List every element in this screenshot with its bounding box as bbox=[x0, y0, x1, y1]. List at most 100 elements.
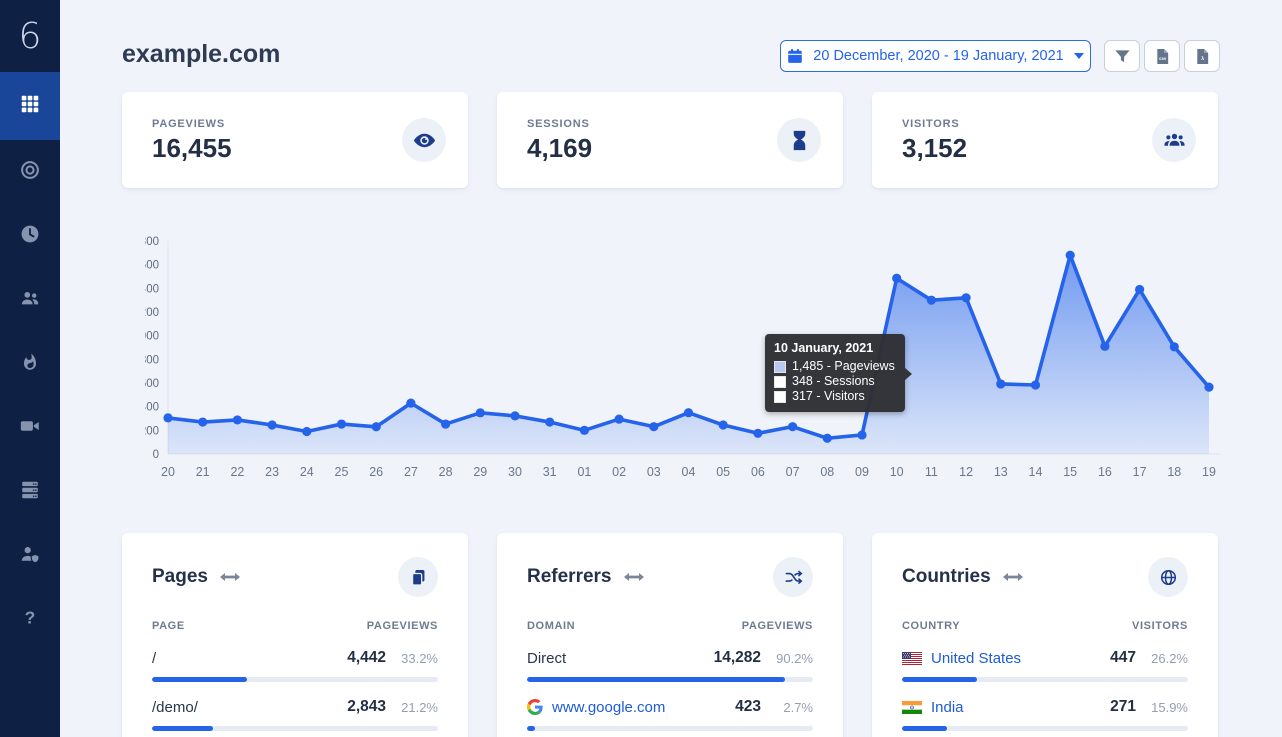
stat-card-pageviews: PAGEVIEWS 16,455 bbox=[122, 92, 468, 188]
page-path: /demo/ bbox=[152, 699, 198, 716]
sidebar-item-account[interactable] bbox=[0, 524, 60, 588]
svg-text:14: 14 bbox=[1029, 465, 1043, 479]
stat-card-sessions: SESSIONS 4,169 bbox=[497, 92, 843, 188]
svg-text:13: 13 bbox=[994, 465, 1008, 479]
export-csv-button[interactable]: csv bbox=[1144, 40, 1180, 72]
dashboard-page: 6 bbox=[0, 0, 1282, 737]
target-icon bbox=[19, 159, 41, 186]
svg-text:400: 400 bbox=[145, 402, 159, 414]
svg-text:25: 25 bbox=[335, 465, 349, 479]
svg-text:1,000: 1,000 bbox=[145, 331, 159, 343]
app-logo[interactable]: 6 bbox=[0, 0, 60, 72]
panel-title: Referrers bbox=[527, 566, 612, 588]
panel-title: Countries bbox=[902, 566, 991, 588]
progress-bar bbox=[527, 726, 813, 731]
row-percent: 15.9% bbox=[1136, 700, 1188, 715]
svg-text:10: 10 bbox=[890, 465, 904, 479]
progress-bar bbox=[152, 726, 438, 731]
row-value: 14,282 bbox=[714, 649, 761, 667]
svg-text:24: 24 bbox=[300, 465, 314, 479]
sessions-swatch bbox=[774, 376, 786, 388]
table-row[interactable]: United States 447 26.2% bbox=[902, 649, 1188, 682]
svg-text:19: 19 bbox=[1202, 465, 1216, 479]
progress-bar bbox=[902, 677, 1188, 682]
svg-text:200: 200 bbox=[145, 425, 159, 437]
referrer-domain-link[interactable]: www.google.com bbox=[527, 699, 665, 716]
export-pdf-button[interactable]: λ bbox=[1184, 40, 1220, 72]
row-value: 2,843 bbox=[347, 698, 386, 716]
row-percent: 26.2% bbox=[1136, 651, 1188, 666]
column-header: PAGEVIEWS bbox=[742, 620, 813, 632]
table-row[interactable]: India 271 15.9% bbox=[902, 698, 1188, 731]
india-flag-icon bbox=[902, 701, 922, 714]
country-name: India bbox=[931, 699, 964, 716]
svg-text:26: 26 bbox=[369, 465, 383, 479]
referrers-action-button[interactable] bbox=[773, 557, 813, 597]
table-row[interactable]: Direct 14,282 90.2% bbox=[527, 649, 813, 682]
tooltip-arrow bbox=[905, 368, 912, 380]
sidebar-item-goals[interactable] bbox=[0, 140, 60, 204]
pages-action-button[interactable] bbox=[398, 557, 438, 597]
grid-icon bbox=[19, 93, 41, 120]
pages-panel: Pages PAGE PAGEVIEWS / 4,442 bbox=[122, 533, 468, 737]
svg-text:21: 21 bbox=[196, 465, 210, 479]
question-icon: ? bbox=[19, 607, 41, 634]
tooltip-row-sessions: 348 - Sessions bbox=[774, 374, 895, 389]
globe-icon bbox=[1159, 568, 1178, 587]
svg-text:31: 31 bbox=[543, 465, 557, 479]
csv-file-icon: csv bbox=[1154, 48, 1171, 65]
country-link-us[interactable]: United States bbox=[902, 650, 1021, 667]
svg-text:20: 20 bbox=[161, 465, 175, 479]
sidebar-item-servers[interactable] bbox=[0, 460, 60, 524]
sidebar-item-dashboard[interactable] bbox=[0, 72, 60, 140]
countries-action-button[interactable] bbox=[1148, 557, 1188, 597]
svg-text:12: 12 bbox=[959, 465, 973, 479]
resize-horizontal-icon[interactable] bbox=[624, 571, 644, 583]
sidebar-item-help[interactable]: ? bbox=[0, 588, 60, 652]
eye-icon bbox=[402, 118, 446, 162]
country-link-india[interactable]: India bbox=[902, 699, 964, 716]
sidebar-item-heatmaps[interactable] bbox=[0, 332, 60, 396]
resize-horizontal-icon[interactable] bbox=[220, 571, 240, 583]
column-header: PAGE bbox=[152, 620, 185, 632]
sidebar-item-recordings[interactable] bbox=[0, 396, 60, 460]
svg-text:17: 17 bbox=[1133, 465, 1147, 479]
hourglass-icon bbox=[777, 118, 821, 162]
row-value: 423 bbox=[735, 698, 761, 716]
people-icon bbox=[1152, 118, 1196, 162]
svg-text:22: 22 bbox=[230, 465, 244, 479]
clock-icon bbox=[19, 223, 41, 250]
resize-horizontal-icon[interactable] bbox=[1003, 571, 1023, 583]
svg-text:15: 15 bbox=[1063, 465, 1077, 479]
us-flag-icon bbox=[902, 652, 922, 665]
tooltip-row-pageviews: 1,485 - Pageviews bbox=[774, 359, 895, 374]
stat-label: PAGEVIEWS bbox=[152, 118, 225, 130]
server-icon bbox=[19, 479, 41, 506]
traffic-chart[interactable]: 02004006008001,0001,2001,4001,6001,80020… bbox=[145, 228, 1225, 488]
table-row[interactable]: www.google.com 423 2.7% bbox=[527, 698, 813, 731]
table-row[interactable]: / 4,442 33.2% bbox=[152, 649, 438, 682]
tooltip-date: 10 January, 2021 bbox=[774, 341, 895, 355]
svg-text:04: 04 bbox=[682, 465, 696, 479]
table-row[interactable]: /demo/ 2,843 21.2% bbox=[152, 698, 438, 731]
svg-text:08: 08 bbox=[820, 465, 834, 479]
svg-text:02: 02 bbox=[612, 465, 626, 479]
countries-panel: Countries COUNTRY VISITORS bbox=[872, 533, 1218, 737]
google-favicon bbox=[527, 699, 543, 715]
row-value: 271 bbox=[1110, 698, 1136, 716]
svg-text:05: 05 bbox=[716, 465, 730, 479]
tooltip-text: 317 - Visitors bbox=[792, 389, 865, 404]
svg-text:28: 28 bbox=[439, 465, 453, 479]
date-range-picker[interactable]: 20 December, 2020 - 19 January, 2021 bbox=[780, 40, 1091, 72]
row-percent: 33.2% bbox=[386, 651, 438, 666]
filter-button[interactable] bbox=[1104, 40, 1140, 72]
sidebar-item-time[interactable] bbox=[0, 204, 60, 268]
shuffle-icon bbox=[784, 568, 803, 587]
row-value: 447 bbox=[1110, 649, 1136, 667]
svg-text:27: 27 bbox=[404, 465, 418, 479]
pdf-file-icon: λ bbox=[1194, 48, 1211, 65]
svg-text:29: 29 bbox=[473, 465, 487, 479]
sidebar-item-audience[interactable] bbox=[0, 268, 60, 332]
svg-text:1,200: 1,200 bbox=[145, 307, 159, 319]
row-value: 4,442 bbox=[347, 649, 386, 667]
